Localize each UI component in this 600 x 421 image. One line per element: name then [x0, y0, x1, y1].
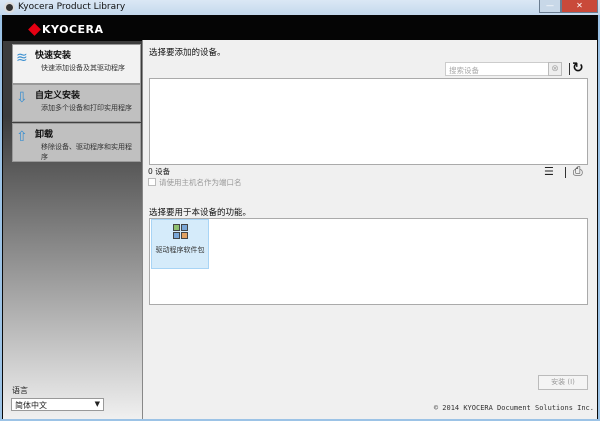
sidebar-item-title: 快速安装 [35, 51, 72, 61]
app-icon[interactable] [4, 2, 15, 13]
use-hostname-label: 请使用主机名作为端口名 [159, 178, 242, 187]
minimize-button[interactable]: — [539, 0, 561, 13]
search-input[interactable]: 搜索设备 [445, 62, 562, 76]
clear-search-icon[interactable]: ⊗ [548, 62, 562, 76]
logo-text: KYOCERA [42, 23, 104, 36]
logo-mark-icon [28, 23, 41, 36]
sidebar-item-uninstall[interactable]: ⇧ 卸载 移除设备、驱动程序和实用程序 [12, 123, 141, 162]
sidebar-item-desc: 添加多个设备和打印实用程序 [41, 104, 132, 112]
feature-tile-driver-package[interactable]: 驱动程序软件包 [151, 219, 209, 269]
copyright: © 2014 KYOCERA Document Solutions Inc. [433, 404, 594, 412]
printer-settings-icon[interactable]: ⎙ [573, 164, 583, 179]
device-list[interactable] [149, 78, 588, 165]
device-count: 0 设备 [148, 167, 171, 176]
divider [565, 167, 566, 178]
use-hostname-checkbox[interactable] [148, 178, 156, 186]
kyocera-logo: KYOCERA [28, 23, 104, 36]
install-button[interactable]: 安装 (I) [538, 375, 588, 390]
uninstall-icon: ⇧ [16, 129, 28, 145]
driver-package-icon [172, 224, 188, 239]
sidebar-item-desc: 移除设备、驱动程序和实用程序 [41, 143, 132, 161]
features-list [149, 218, 588, 305]
custom-install-icon: ⇩ [16, 90, 28, 106]
select-device-label: 选择要添加的设备。 [149, 48, 226, 58]
sidebar-item-desc: 快速添加设备及其驱动程序 [41, 64, 125, 72]
quick-install-icon: ≋ [16, 50, 28, 66]
language-label: 语言 [12, 386, 28, 395]
refresh-icon[interactable]: ↻ [572, 60, 584, 76]
chevron-down-icon: ▼ [94, 400, 100, 408]
feature-name: 驱动程序软件包 [155, 246, 205, 254]
sidebar-item-title: 卸载 [35, 130, 54, 140]
language-select[interactable]: 简体中文 ▼ [11, 398, 104, 411]
close-button[interactable]: ✕ [561, 0, 598, 13]
divider [569, 63, 570, 75]
list-view-icon[interactable]: ☰ [544, 165, 554, 178]
window-title: Kyocera Product Library [18, 2, 126, 12]
language-value: 简体中文 [15, 401, 47, 410]
sidebar-item-quick-install[interactable]: ≋ 快速安装 快速添加设备及其驱动程序 [12, 44, 141, 84]
sidebar-item-custom-install[interactable]: ⇩ 自定义安装 添加多个设备和打印实用程序 [12, 84, 141, 122]
features-label: 选择要用于本设备的功能。 [149, 208, 252, 218]
sidebar-item-title: 自定义安装 [35, 91, 81, 101]
